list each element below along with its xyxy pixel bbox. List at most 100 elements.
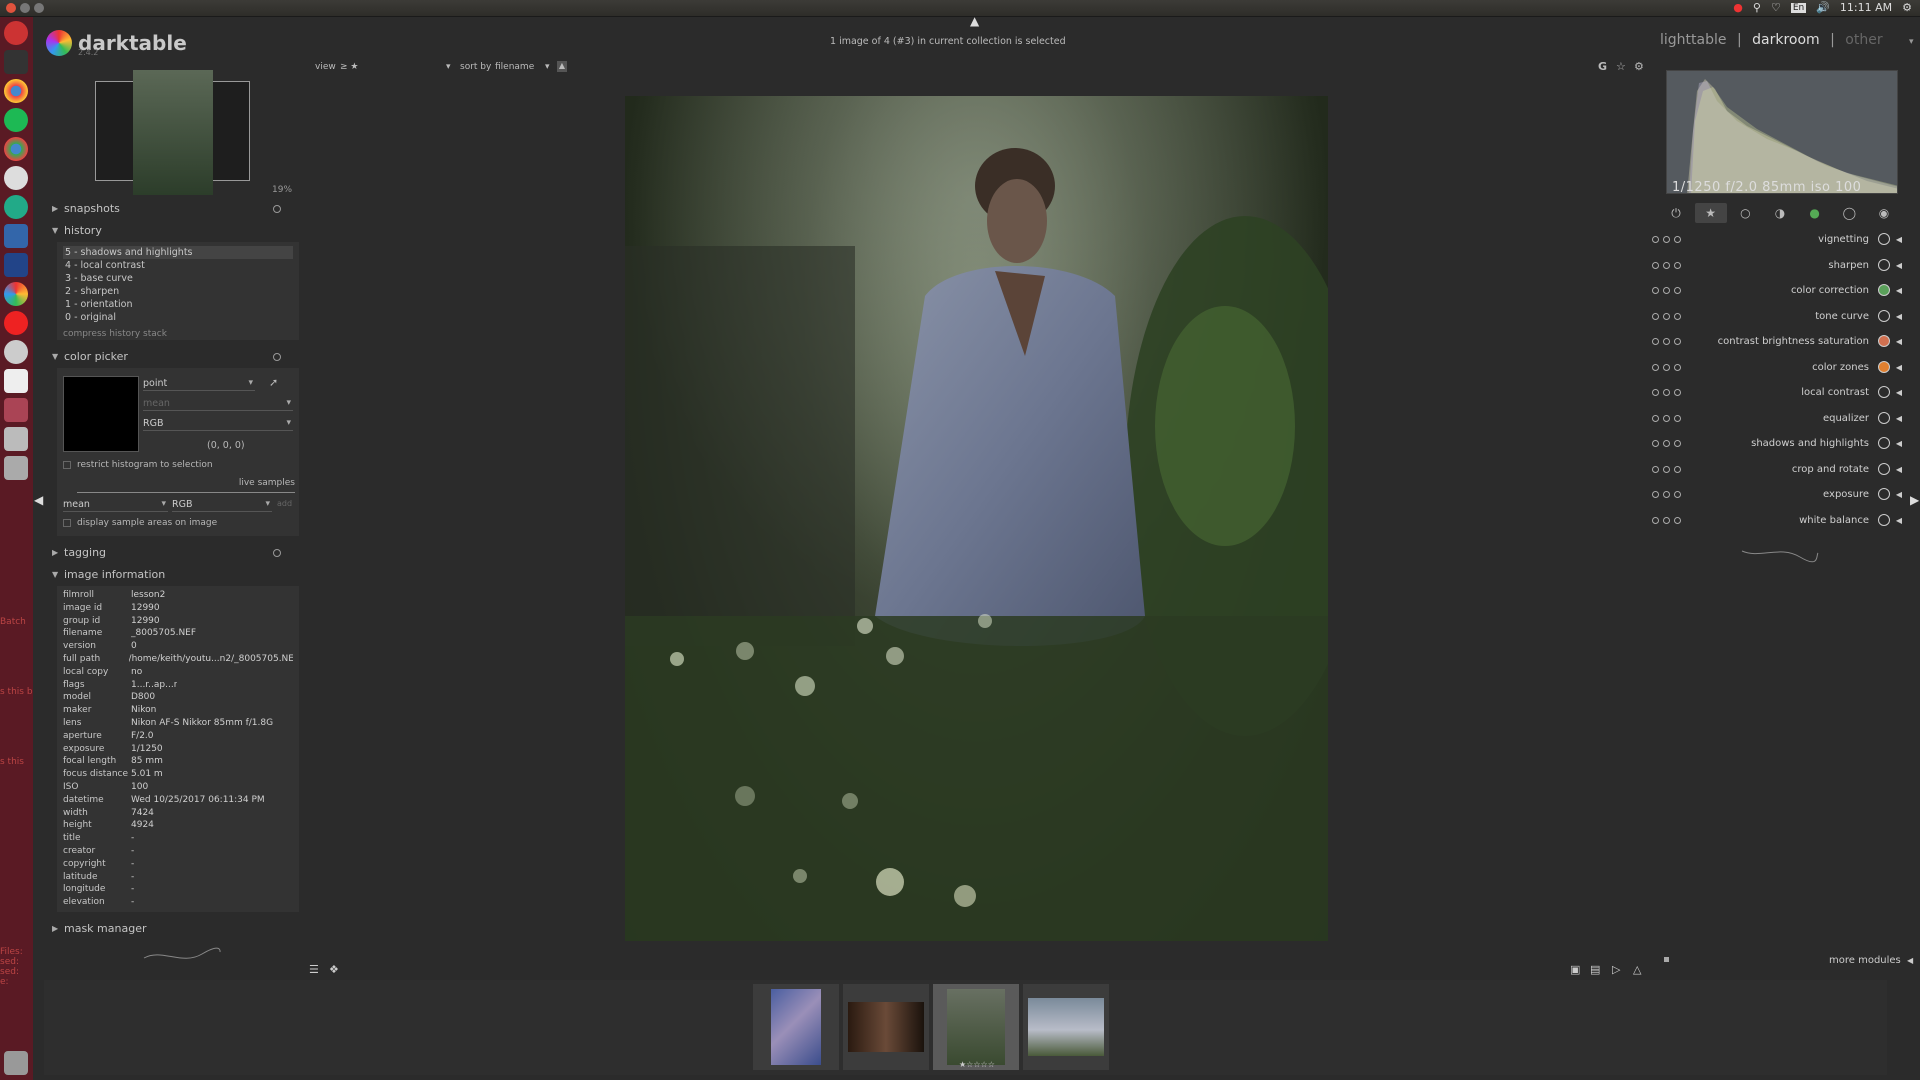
module-power-icon[interactable]	[1652, 338, 1659, 345]
globe-icon[interactable]	[4, 195, 28, 219]
module-power-icon[interactable]	[1652, 236, 1659, 243]
darktable-icon[interactable]	[4, 282, 28, 306]
module-multi-instance-icon[interactable]	[1674, 491, 1681, 498]
correct-group-icon[interactable]: ◯	[1833, 203, 1865, 223]
history-item[interactable]: 5 - shadows and highlights	[63, 246, 293, 259]
module-presets-icon[interactable]	[1663, 465, 1670, 473]
module-power-icon[interactable]	[1652, 261, 1659, 269]
close-window-button[interactable]	[6, 3, 16, 13]
module-power-icon[interactable]	[1652, 516, 1659, 524]
module-presets-icon[interactable]	[1663, 236, 1670, 243]
image-information-header[interactable]: ▼ image information	[47, 564, 303, 586]
module-expand-arrow-icon[interactable]: ◀	[1896, 304, 1902, 330]
module-multi-instance-icon[interactable]	[1674, 363, 1681, 371]
module-multi-instance-icon[interactable]	[1674, 287, 1681, 294]
module-expand-arrow-icon[interactable]: ◀	[1896, 380, 1902, 406]
module-power-icon[interactable]	[1652, 363, 1659, 371]
picker-space-select[interactable]: RGB	[143, 418, 293, 431]
module-multi-instance-icon[interactable]	[1674, 516, 1681, 524]
bag-icon[interactable]	[4, 398, 28, 422]
snapshots-header[interactable]: ▶ snapshots	[47, 198, 303, 220]
left-panel-toggle-icon[interactable]: ◀	[34, 493, 43, 507]
history-item[interactable]: 4 - local contrast	[63, 259, 293, 272]
picker-mode-select[interactable]: point	[143, 378, 255, 391]
module-expand-arrow-icon[interactable]: ◀	[1896, 406, 1902, 432]
history-header[interactable]: ▼ history	[47, 220, 303, 242]
restrict-histogram-checkbox[interactable]: restrict histogram to selection	[63, 460, 213, 470]
module-expand-arrow-icon[interactable]: ◀	[1896, 457, 1902, 483]
module-power-icon[interactable]	[1652, 414, 1659, 422]
module-multi-instance-icon[interactable]	[1674, 389, 1681, 396]
module-crop-and-rotate[interactable]: crop and rotate ◀	[1650, 457, 1905, 483]
module-multi-instance-icon[interactable]	[1674, 261, 1681, 269]
other-dropdown-icon[interactable]: ▾	[1909, 37, 1914, 47]
darkroom-tab[interactable]: darkroom	[1752, 32, 1820, 48]
color-group-icon[interactable]: ●	[1799, 203, 1831, 223]
module-multi-instance-icon[interactable]	[1674, 440, 1681, 447]
module-power-icon[interactable]	[1652, 287, 1659, 294]
module-multi-instance-icon[interactable]	[1674, 312, 1681, 320]
module-expand-arrow-icon[interactable]: ◀	[1896, 508, 1902, 534]
trash-icon[interactable]	[4, 1051, 28, 1075]
reset-icon[interactable]	[273, 205, 281, 213]
wifi-icon[interactable]: ♡	[1771, 1, 1781, 14]
sort-dropdown-icon[interactable]: ▾	[545, 62, 550, 72]
effect-group-icon[interactable]: ◉	[1868, 203, 1900, 223]
more-modules-button[interactable]: more modules ◀	[1829, 955, 1913, 966]
volume-icon[interactable]: 🔊	[1816, 1, 1830, 14]
module-presets-icon[interactable]	[1663, 414, 1670, 422]
terminal-icon[interactable]	[4, 50, 28, 74]
module-white-balance[interactable]: white balance ◀	[1650, 508, 1905, 534]
filmstrip-thumbnail-selected[interactable]: ★☆☆☆☆	[933, 984, 1019, 1070]
module-expand-arrow-icon[interactable]: ◀	[1896, 278, 1902, 304]
top-panel-toggle-icon[interactable]: ▲	[970, 14, 979, 28]
view-filter-select[interactable]: ≥ ★	[340, 62, 358, 72]
reset-icon[interactable]	[273, 353, 281, 361]
zoom-level[interactable]: 19%	[272, 185, 292, 195]
dash-icon[interactable]	[4, 21, 28, 45]
clipping-icon[interactable]: ▷	[1612, 963, 1620, 976]
other-tab[interactable]: other	[1845, 32, 1882, 48]
module-presets-icon[interactable]	[1663, 440, 1670, 447]
notification-icon[interactable]: ●	[1733, 1, 1743, 14]
module-contrast-brightness-saturation[interactable]: contrast brightness saturation ◀	[1650, 329, 1905, 355]
sort-order-icon[interactable]: ▲	[557, 61, 567, 72]
module-color-correction[interactable]: color correction ◀	[1650, 278, 1905, 304]
filmstrip-thumbnail[interactable]	[1023, 984, 1109, 1070]
module-color-zones[interactable]: color zones ◀	[1650, 355, 1905, 381]
color-assessment-icon[interactable]: ▣	[1570, 963, 1580, 976]
mask-manager-header[interactable]: ▶ mask manager	[47, 918, 303, 940]
module-presets-icon[interactable]	[1663, 261, 1670, 269]
module-presets-icon[interactable]	[1663, 312, 1670, 320]
sort-select[interactable]: filename	[495, 62, 534, 72]
presets-icon[interactable]	[1664, 957, 1669, 962]
compress-history-button[interactable]: compress history stack	[63, 329, 293, 339]
navigation-preview[interactable]	[95, 70, 250, 195]
module-power-icon[interactable]	[1652, 312, 1659, 320]
maximize-window-button[interactable]	[34, 3, 44, 13]
add-sample-button[interactable]: add	[277, 499, 292, 508]
module-presets-icon[interactable]	[1663, 389, 1670, 396]
record-icon[interactable]	[4, 311, 28, 335]
module-expand-arrow-icon[interactable]: ◀	[1896, 482, 1902, 508]
drive-2-icon[interactable]	[4, 456, 28, 480]
module-sharpen[interactable]: sharpen ◀	[1650, 253, 1905, 279]
module-expand-arrow-icon[interactable]: ◀	[1896, 253, 1902, 279]
clock[interactable]: 11:11 AM	[1840, 1, 1892, 14]
active-modules-power-icon[interactable]: ⏻	[1660, 203, 1692, 223]
view-filter-dropdown-icon[interactable]: ▾	[446, 62, 451, 72]
monitor-icon[interactable]	[4, 224, 28, 248]
preferences-gear-icon[interactable]: ⚙	[1634, 60, 1644, 73]
grouping-icon[interactable]: G	[1598, 60, 1607, 73]
module-power-icon[interactable]	[1652, 465, 1659, 473]
history-item[interactable]: 3 - base curve	[63, 272, 293, 285]
module-expand-arrow-icon[interactable]: ◀	[1896, 227, 1902, 253]
raw-overexposed-icon[interactable]: ▤	[1590, 963, 1600, 976]
sample-stat-select[interactable]: mean	[63, 499, 168, 512]
module-local-contrast[interactable]: local contrast ◀	[1650, 380, 1905, 406]
tone-group-half-circle-icon[interactable]: ◑	[1764, 203, 1796, 223]
chat-icon[interactable]	[4, 253, 28, 277]
right-panel-toggle-icon[interactable]: ▶	[1910, 493, 1919, 507]
softproof-warning-icon[interactable]: △	[1633, 963, 1641, 976]
settings-gear-icon[interactable]: ⚙	[1902, 1, 1912, 14]
